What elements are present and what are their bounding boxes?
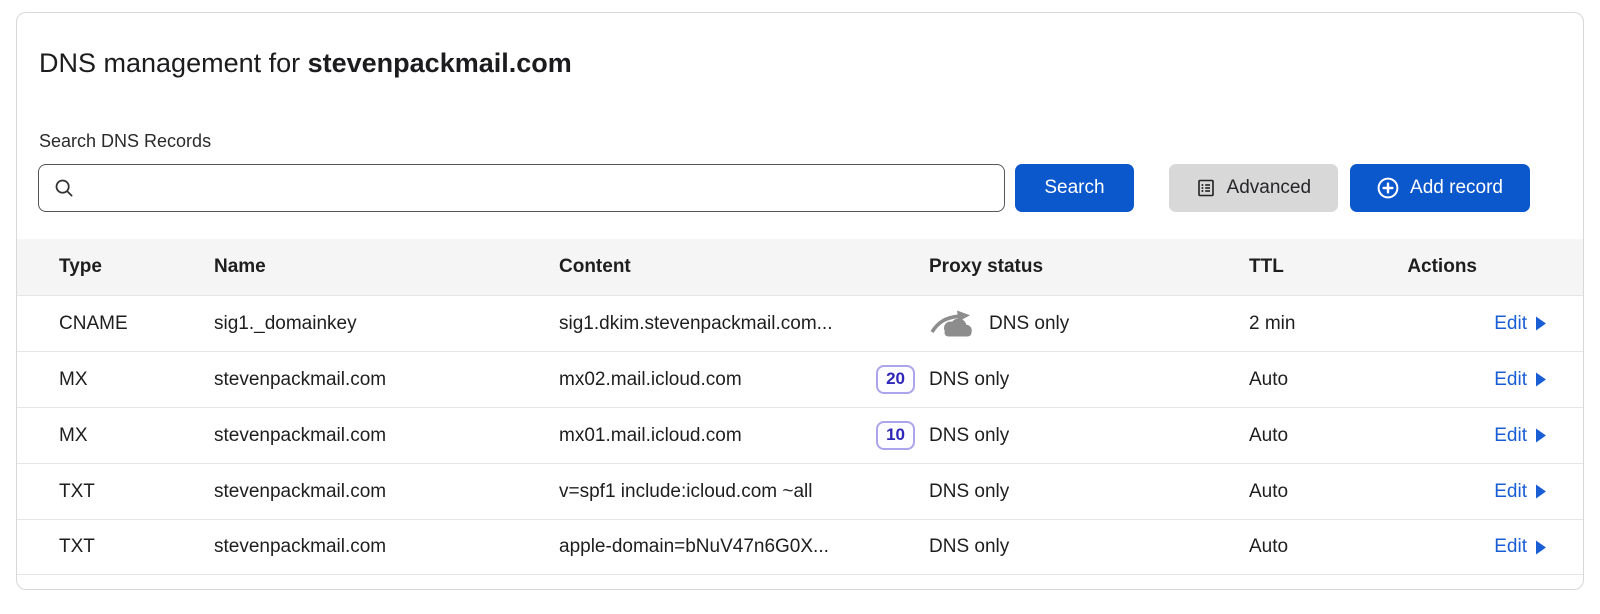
edit-link-label: Edit (1494, 536, 1527, 558)
table-header-row: Type Name Content Proxy status TTL Actio… (17, 239, 1583, 295)
cell-type: MX (17, 369, 214, 391)
header-proxy-status: Proxy status (929, 256, 1249, 278)
table-body: CNAME sig1._domainkey sig1.dkim.stevenpa… (17, 295, 1583, 575)
cell-name: stevenpackmail.com (214, 481, 559, 503)
search-icon (53, 177, 75, 199)
header-ttl: TTL (1249, 256, 1392, 278)
edit-link-label: Edit (1494, 481, 1527, 503)
cell-type: CNAME (17, 313, 214, 335)
edit-link-label: Edit (1494, 369, 1527, 391)
search-controls-row: Search Advanced Add record (17, 164, 1583, 212)
page-title: DNS management for stevenpackmail.com (39, 45, 1583, 81)
cell-ttl: Auto (1249, 425, 1392, 447)
dns-management-card: DNS management for stevenpackmail.com Se… (16, 12, 1584, 590)
edit-arrow-icon (1535, 372, 1547, 387)
document-list-icon (1196, 178, 1216, 198)
search-dns-records-label: Search DNS Records (39, 131, 1583, 152)
mx-priority-badge: 20 (876, 365, 915, 394)
add-record-button-label: Add record (1410, 177, 1503, 199)
cell-proxy-status: DNS only (929, 369, 1009, 391)
cell-name: sig1._domainkey (214, 313, 559, 335)
page-title-domain: stevenpackmail.com (308, 48, 572, 78)
edit-record-link[interactable]: Edit (1494, 481, 1547, 503)
table-row: MX stevenpackmail.com mx02.mail.icloud.c… (17, 351, 1583, 407)
header-actions: Actions (1392, 256, 1583, 278)
table-row: TXT stevenpackmail.com v=spf1 include:ic… (17, 463, 1583, 519)
edit-arrow-icon (1535, 484, 1547, 499)
edit-link-label: Edit (1494, 313, 1527, 335)
cell-content: v=spf1 include:icloud.com ~all (559, 481, 812, 503)
cell-type: TXT (17, 536, 214, 558)
cell-content: apple-domain=bNuV47n6G0X... (559, 536, 829, 558)
edit-arrow-icon (1535, 316, 1547, 331)
cell-content: sig1.dkim.stevenpackmail.com... (559, 313, 833, 335)
search-button[interactable]: Search (1015, 164, 1133, 212)
cell-type: MX (17, 425, 214, 447)
dns-records-table: Type Name Content Proxy status TTL Actio… (17, 239, 1583, 575)
advanced-button-label: Advanced (1227, 177, 1312, 199)
edit-record-link[interactable]: Edit (1494, 536, 1547, 558)
search-input-wrap (38, 164, 1005, 212)
cell-proxy-status: DNS only (929, 425, 1009, 447)
edit-record-link[interactable]: Edit (1494, 369, 1547, 391)
cell-type: TXT (17, 481, 214, 503)
table-row: TXT stevenpackmail.com apple-domain=bNuV… (17, 519, 1583, 575)
edit-arrow-icon (1535, 428, 1547, 443)
cell-name: stevenpackmail.com (214, 536, 559, 558)
cell-name: stevenpackmail.com (214, 425, 559, 447)
cell-ttl: Auto (1249, 481, 1392, 503)
cell-proxy-status: DNS only (989, 313, 1069, 335)
cell-proxy-status: DNS only (929, 536, 1009, 558)
search-input[interactable] (38, 164, 1005, 212)
cell-ttl: Auto (1249, 369, 1392, 391)
advanced-button[interactable]: Advanced (1169, 164, 1339, 212)
cell-ttl: 2 min (1249, 313, 1392, 335)
table-row: MX stevenpackmail.com mx01.mail.icloud.c… (17, 407, 1583, 463)
dns-only-cloud-icon (929, 308, 975, 339)
cell-proxy-status: DNS only (929, 481, 1009, 503)
add-record-button[interactable]: Add record (1350, 164, 1530, 212)
edit-record-link[interactable]: Edit (1494, 425, 1547, 447)
table-row: CNAME sig1._domainkey sig1.dkim.stevenpa… (17, 295, 1583, 351)
cell-content: mx01.mail.icloud.com (559, 425, 742, 447)
cell-ttl: Auto (1249, 536, 1392, 558)
edit-link-label: Edit (1494, 425, 1527, 447)
page-title-prefix: DNS management for (39, 48, 308, 78)
mx-priority-badge: 10 (876, 421, 915, 450)
header-name: Name (214, 256, 559, 278)
header-type: Type (17, 256, 214, 278)
edit-arrow-icon (1535, 540, 1547, 555)
header-content: Content (559, 256, 929, 278)
plus-circle-icon (1377, 177, 1399, 199)
cell-name: stevenpackmail.com (214, 369, 559, 391)
cell-content: mx02.mail.icloud.com (559, 369, 742, 391)
edit-record-link[interactable]: Edit (1494, 313, 1547, 335)
